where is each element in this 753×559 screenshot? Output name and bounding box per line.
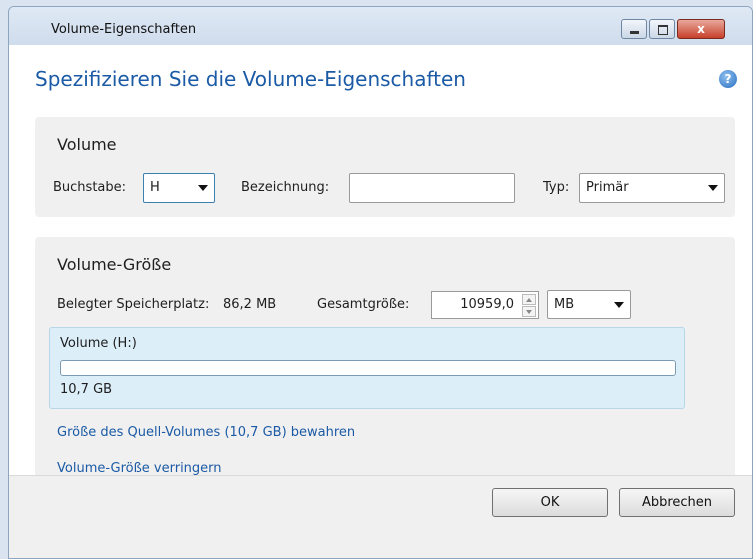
- volume-bar-panel: Volume (H:) 10,7 GB: [49, 327, 685, 409]
- unit-value: MB: [554, 297, 575, 312]
- type-dropdown[interactable]: Primär: [579, 173, 725, 203]
- chevron-down-icon: [708, 185, 718, 191]
- letter-dropdown[interactable]: H: [143, 173, 215, 203]
- type-value: Primär: [586, 180, 629, 195]
- minimize-button[interactable]: [621, 19, 647, 39]
- title-bar[interactable]: Volume-Eigenschaften x: [9, 7, 752, 46]
- letter-value: H: [150, 180, 160, 195]
- volume-size-bar[interactable]: [60, 360, 676, 376]
- name-input[interactable]: [349, 173, 515, 203]
- chevron-down-icon: [198, 185, 208, 191]
- volume-size-group: Volume-Größe Belegter Speicherplatz: 86,…: [35, 237, 735, 487]
- volume-group-title: Volume: [57, 135, 117, 154]
- maximize-button[interactable]: [649, 19, 675, 39]
- page-title: Spezifizieren Sie die Volume-Eigenschaft…: [35, 67, 466, 91]
- type-label: Typ:: [543, 180, 570, 195]
- reduce-size-link[interactable]: Volume-Größe verringern: [57, 461, 222, 476]
- keep-source-size-link[interactable]: Größe des Quell-Volumes (10,7 GB) bewahr…: [57, 425, 355, 440]
- total-size-label: Gesamtgröße:: [317, 297, 410, 312]
- letter-label: Buchstabe:: [53, 180, 127, 195]
- volume-size-label: 10,7 GB: [60, 382, 113, 397]
- spin-down-icon[interactable]: [522, 306, 536, 317]
- dialog-window: Volume-Eigenschaften x Spezifizieren Sie…: [8, 6, 753, 559]
- total-size-value: 10959,0: [460, 297, 514, 312]
- window-title: Volume-Eigenschaften: [51, 22, 197, 37]
- chevron-down-icon: [614, 302, 624, 308]
- name-label: Bezeichnung:: [241, 180, 330, 195]
- unit-dropdown[interactable]: MB: [547, 290, 631, 319]
- volume-label: Volume (H:): [60, 336, 137, 351]
- used-space-value: 86,2 MB: [223, 297, 277, 312]
- ok-button[interactable]: OK: [492, 488, 608, 517]
- total-size-spinner[interactable]: 10959,0: [431, 291, 539, 319]
- volume-group: Volume Buchstabe: H Bezeichnung: Typ: Pr…: [35, 117, 735, 217]
- dialog-content: Spezifizieren Sie die Volume-Eigenschaft…: [9, 45, 752, 487]
- used-space-label: Belegter Speicherplatz:: [57, 297, 210, 312]
- dialog-footer: OK Abbrechen: [9, 475, 752, 558]
- maximize-icon: [658, 25, 668, 35]
- size-group-title: Volume-Größe: [57, 255, 172, 274]
- cancel-button[interactable]: Abbrechen: [619, 488, 735, 517]
- close-button[interactable]: x: [677, 19, 725, 39]
- spin-up-icon[interactable]: [522, 294, 536, 305]
- minimize-icon: [630, 31, 639, 34]
- help-icon[interactable]: ?: [719, 70, 737, 88]
- close-icon: x: [697, 22, 705, 36]
